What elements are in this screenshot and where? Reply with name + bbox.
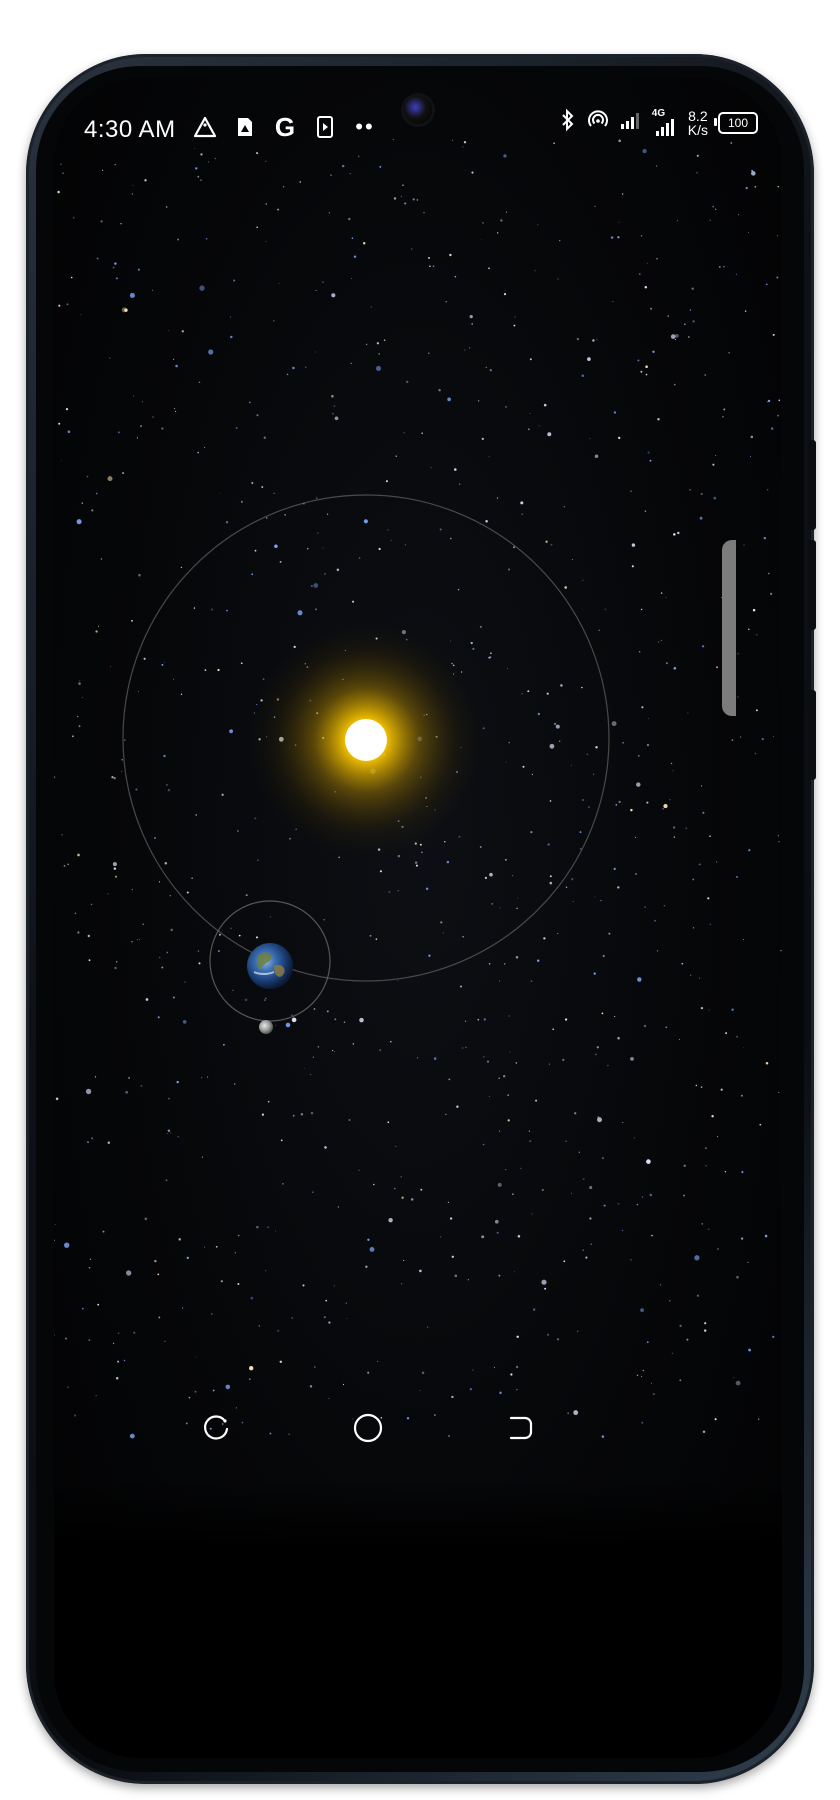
volume-button — [808, 440, 816, 530]
status-bar: 4:30 AM G •• 4G 8.2 K/s 100 — [54, 78, 782, 168]
signal-icon — [620, 110, 642, 135]
more-dots-icon: •• — [355, 114, 375, 139]
volume-button-lower — [808, 540, 816, 630]
net-speed-unit: K/s — [687, 121, 708, 138]
screen: 4:30 AM G •• 4G 8.2 K/s 100 — [54, 78, 782, 1758]
sim-card-icon — [232, 114, 258, 140]
net-speed-value: 8.2 — [688, 107, 708, 124]
battery-level: 100 — [727, 115, 749, 130]
status-time: 4:30 AM — [84, 116, 176, 143]
power-button — [808, 690, 816, 780]
hotspot-icon — [586, 108, 610, 137]
navigation-bar — [54, 1408, 782, 1488]
sun[interactable] — [345, 719, 387, 761]
signal-4g-icon: 4G — [652, 108, 678, 137]
home-icon[interactable] — [348, 1408, 388, 1448]
recents-icon[interactable] — [196, 1408, 236, 1448]
bluetooth-icon — [560, 108, 576, 137]
front-camera — [404, 96, 432, 124]
system-status-icons: 4G 8.2 K/s 100 — [560, 108, 758, 137]
triangle-alert-icon — [192, 114, 218, 140]
moon[interactable] — [259, 1020, 273, 1034]
google-g-icon: G — [274, 112, 296, 142]
play-file-icon — [312, 114, 338, 140]
battery-icon: 100 — [714, 111, 758, 134]
dark-horizon — [54, 1478, 782, 1758]
notification-icons: G •• — [192, 114, 378, 140]
network-speed: 8.2 K/s — [688, 109, 708, 137]
edge-panel-handle[interactable] — [722, 540, 736, 716]
earth[interactable] — [247, 943, 293, 989]
back-icon[interactable] — [500, 1408, 540, 1448]
